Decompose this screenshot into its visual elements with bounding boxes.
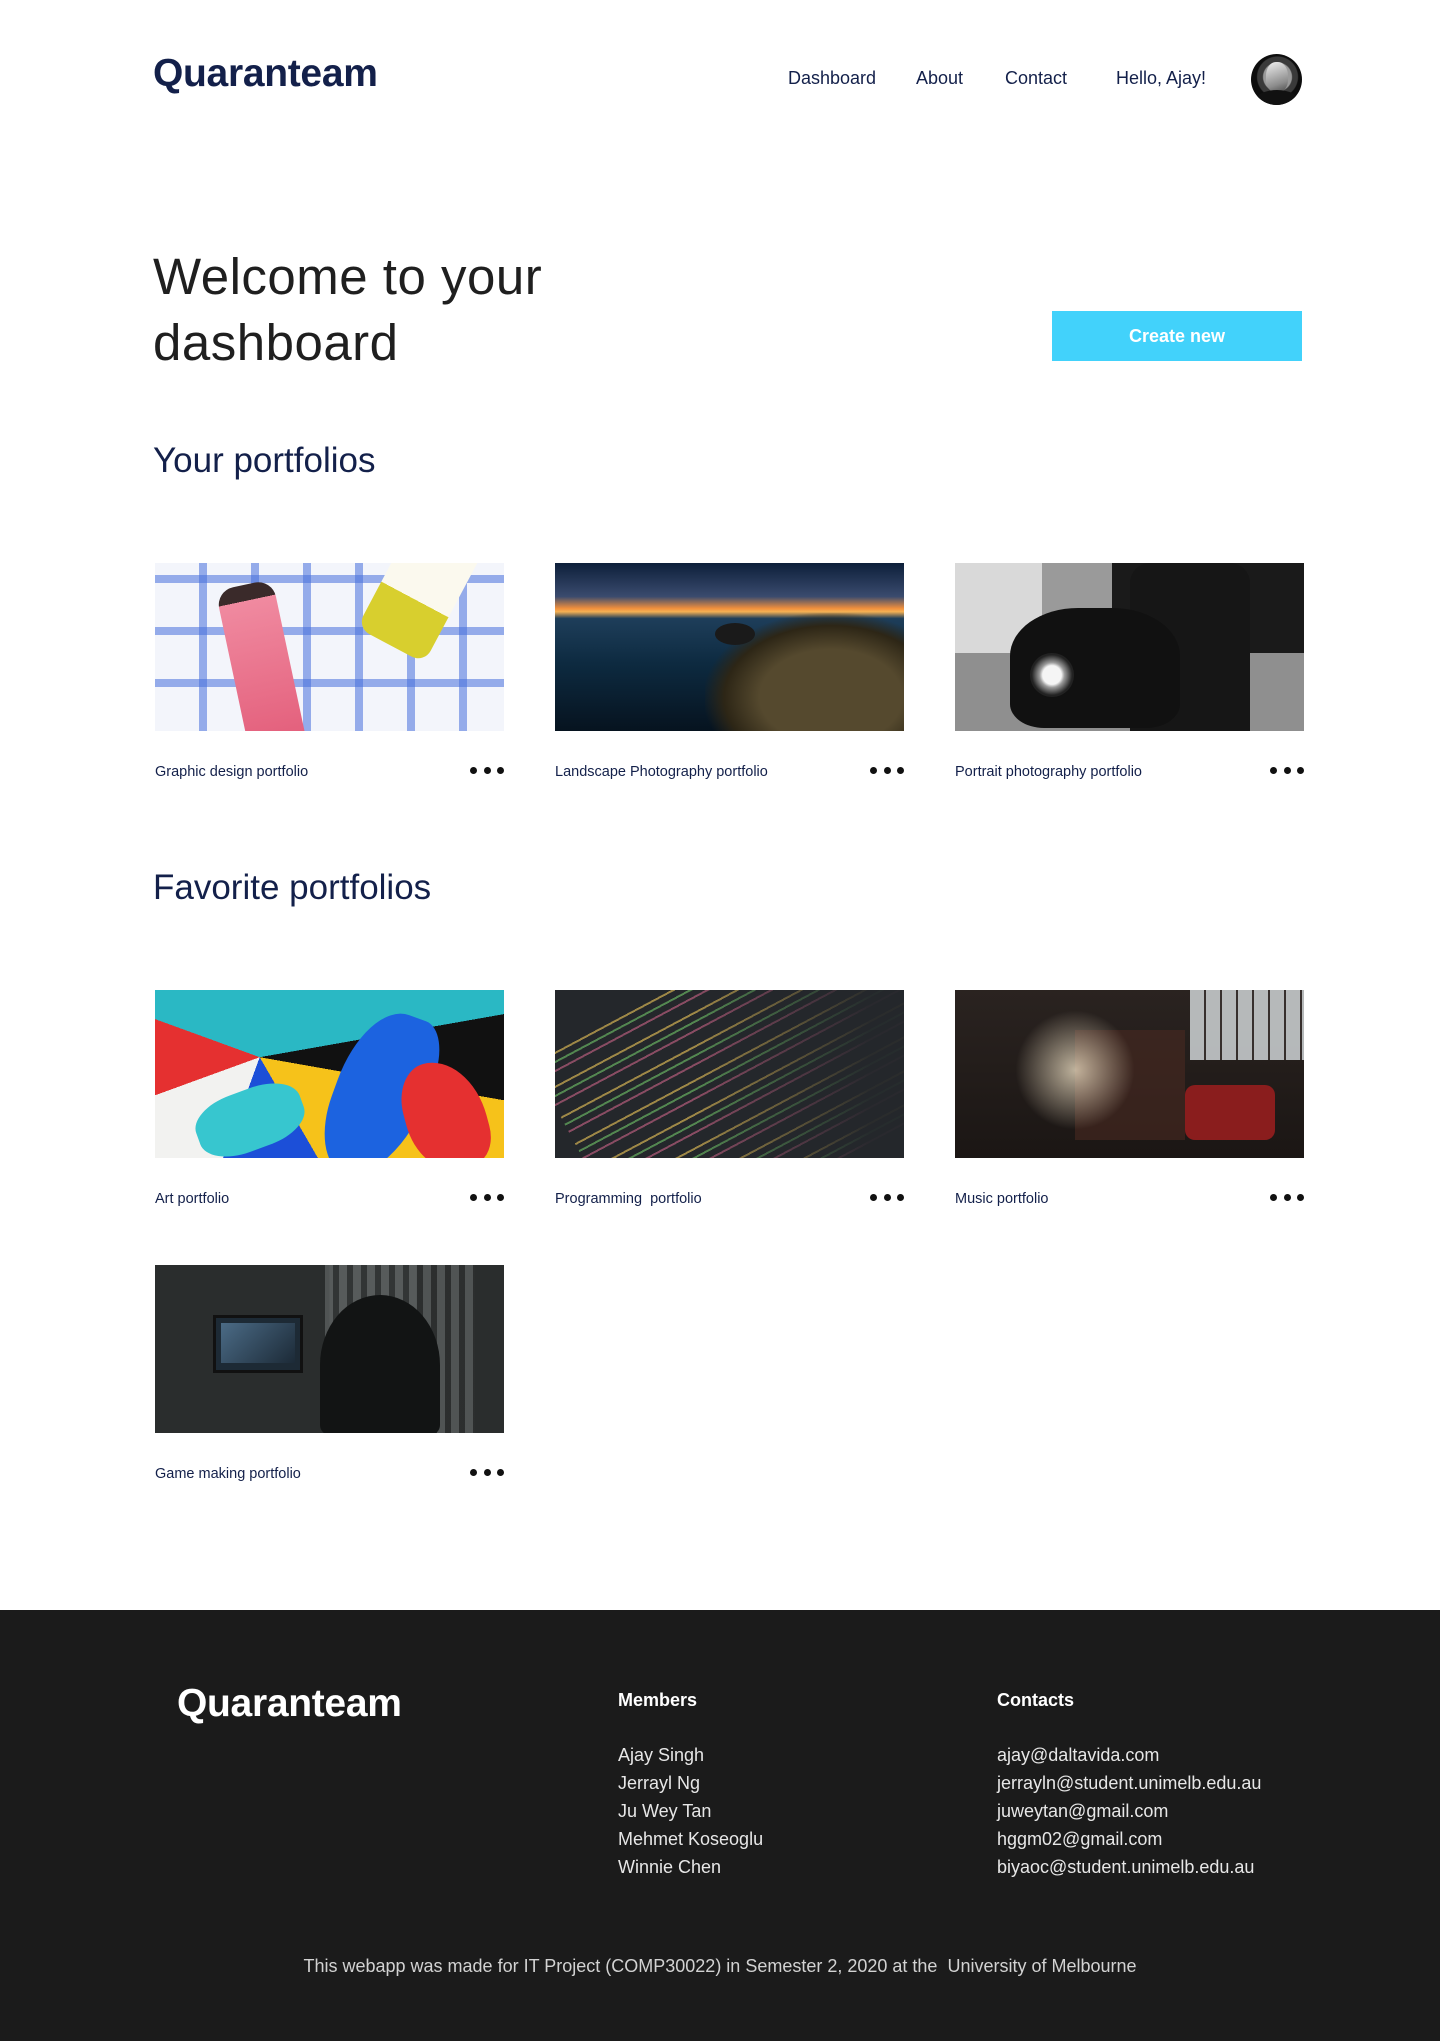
contacts-heading: Contacts — [997, 1690, 1075, 1710]
portfolio-name[interactable]: Portrait photography portfolio — [955, 764, 1142, 780]
portfolio-thumbnail[interactable] — [555, 563, 904, 731]
portfolio-name[interactable]: Game making portfolio — [155, 1466, 301, 1482]
thumbnail-drum-kit — [1185, 1085, 1275, 1140]
footer-credit: This webapp was made for IT Project (COM… — [303, 1956, 1137, 1976]
portfolio-card-graphic-design[interactable]: Graphic design portfolio — [154, 563, 504, 793]
member-name: Ajay Singh — [618, 1745, 705, 1765]
portfolio-thumbnail[interactable] — [155, 1265, 504, 1433]
member-name: Jerrayl Ng — [618, 1773, 701, 1793]
portfolio-name[interactable]: Graphic design portfolio — [155, 764, 308, 780]
portfolio-thumbnail[interactable] — [955, 563, 1304, 731]
more-horizontal-icon[interactable] — [1270, 1186, 1304, 1208]
your-portfolios-heading: Your portfolios — [153, 441, 376, 480]
portfolio-card-programming[interactable]: Programming portfolio — [554, 990, 904, 1220]
thumbnail-shape — [188, 1072, 312, 1158]
member-name: Mehmet Koseoglu — [618, 1829, 764, 1849]
portfolio-card-portrait[interactable]: Portrait photography portfolio — [954, 563, 1304, 793]
user-greeting[interactable]: Hello, Ajay! — [1116, 68, 1206, 89]
portfolio-name[interactable]: Programming portfolio — [555, 1191, 702, 1207]
portfolio-card-music[interactable]: Music portfolio — [954, 990, 1304, 1220]
portfolio-name[interactable]: Landscape Photography portfolio — [555, 764, 768, 780]
more-horizontal-icon[interactable] — [870, 759, 904, 781]
contact-email[interactable]: juweytan@gmail.com — [997, 1797, 1261, 1825]
nav-dashboard[interactable]: Dashboard — [788, 68, 876, 89]
contacts-list: ajay@daltavida.com jerrayln@student.unim… — [997, 1741, 1261, 1881]
avatar-shoulders — [1255, 90, 1299, 105]
portfolio-name[interactable]: Art portfolio — [155, 1191, 229, 1207]
site-footer: Quaranteam Members Ajay Singh Jerrayl Ng… — [0, 1610, 1440, 2041]
member-name: Ju Wey Tan — [618, 1801, 712, 1821]
favorite-portfolios-heading: Favorite portfolios — [153, 868, 432, 907]
contact-email[interactable]: hggm02@gmail.com — [997, 1825, 1261, 1853]
portfolio-thumbnail[interactable] — [155, 990, 504, 1158]
contact-email[interactable]: ajay@daltavida.com — [997, 1741, 1261, 1769]
thumbnail-screen — [221, 1323, 295, 1363]
portfolio-card-landscape[interactable]: Landscape Photography portfolio — [554, 563, 904, 793]
site-header: Quaranteam Dashboard About Contact Hello… — [0, 0, 1440, 160]
thumbnail-bottle-yellow — [356, 563, 486, 664]
thumbnail-bottle-pink — [215, 578, 309, 731]
more-horizontal-icon[interactable] — [470, 759, 504, 781]
members-heading: Members — [618, 1690, 698, 1710]
thumbnail-rock — [715, 623, 755, 645]
portfolio-thumbnail[interactable] — [155, 563, 504, 731]
members-list: Ajay Singh Jerrayl Ng Ju Wey Tan Mehmet … — [618, 1741, 763, 1881]
thumbnail-window — [1190, 990, 1304, 1060]
more-horizontal-icon[interactable] — [1270, 759, 1304, 781]
create-new-button[interactable]: Create new — [1052, 311, 1302, 361]
portfolio-card-art[interactable]: Art portfolio — [154, 990, 504, 1220]
portfolio-thumbnail[interactable] — [555, 990, 904, 1158]
more-horizontal-icon[interactable] — [470, 1461, 504, 1483]
footer-logo[interactable]: Quaranteam — [177, 1682, 402, 1726]
member-name: Winnie Chen — [618, 1857, 722, 1877]
avatar-face — [1266, 62, 1288, 92]
thumbnail-stage-light — [1015, 1010, 1135, 1130]
more-horizontal-icon[interactable] — [470, 1186, 504, 1208]
contact-email[interactable]: jerrayln@student.unimelb.edu.au — [997, 1769, 1261, 1797]
nav-about[interactable]: About — [916, 68, 963, 89]
portfolio-name[interactable]: Music portfolio — [955, 1191, 1048, 1207]
page-title: Welcome to your dashboard — [153, 248, 543, 371]
site-logo[interactable]: Quaranteam — [153, 52, 378, 96]
thumbnail-headlight — [1030, 653, 1074, 697]
nav-contact[interactable]: Contact — [1005, 68, 1067, 89]
portfolio-thumbnail[interactable] — [955, 990, 1304, 1158]
avatar[interactable] — [1251, 54, 1302, 105]
thumbnail-person — [320, 1295, 440, 1433]
more-horizontal-icon[interactable] — [870, 1186, 904, 1208]
portfolio-card-game-making[interactable]: Game making portfolio — [154, 1265, 504, 1495]
contact-email[interactable]: biyaoc@student.unimelb.edu.au — [997, 1853, 1261, 1881]
thumbnail-fade — [555, 990, 904, 1158]
